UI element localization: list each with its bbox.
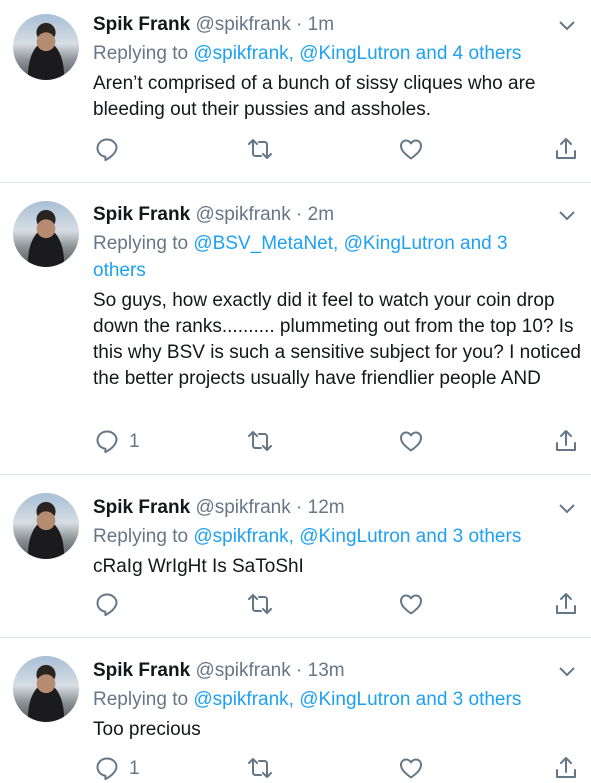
tweet[interactable]: Spik Frank @spikfrank · 13m Replying to … [0,638,591,783]
reply-icon[interactable] [94,136,120,162]
reply-icon[interactable] [94,591,120,617]
reply-icon[interactable] [94,755,120,781]
replying-to: Replying to @spikfrank, @KingLutron and … [93,40,573,67]
chevron-down-icon[interactable] [558,665,576,677]
replying-to: Replying to @spikfrank, @KingLutron and … [93,523,573,550]
replying-prefix: Replying to [93,233,189,254]
avatar[interactable] [13,14,79,80]
replying-prefix: Replying to [93,43,189,64]
tweet-header: Spik Frank @spikfrank · 2m [93,204,334,226]
author-handle[interactable]: @spikfrank [195,497,290,518]
tweet-text: Aren’t comprised of a bunch of sissy cli… [93,73,536,120]
share-icon[interactable] [553,428,579,454]
author-name[interactable]: Spik Frank [93,497,190,518]
author-handle[interactable]: @spikfrank [195,14,290,35]
tweet[interactable]: Spik Frank @spikfrank · 12m Replying to … [0,475,591,637]
chevron-down-icon[interactable] [558,19,576,31]
retweet-icon[interactable] [247,428,273,454]
timestamp[interactable]: 2m [308,204,334,225]
author-name[interactable]: Spik Frank [93,204,190,225]
timestamp[interactable]: 13m [308,660,345,681]
share-icon[interactable] [553,136,579,162]
share-icon[interactable] [553,591,579,617]
reply-count: 1 [129,758,140,779]
separator: · [296,14,303,35]
avatar[interactable] [13,493,79,559]
like-icon[interactable] [398,755,424,781]
reply-count: 1 [129,431,140,452]
share-icon[interactable] [553,755,579,781]
retweet-icon[interactable] [247,591,273,617]
author-name[interactable]: Spik Frank [93,660,190,681]
author-name[interactable]: Spik Frank [93,14,190,35]
replying-to: Replying to @BSV_MetaNet, @KingLutron an… [93,230,543,284]
tweet-text: cRaIg WrIgHt Is SaToShI [93,556,304,577]
replying-prefix: Replying to [93,689,189,710]
author-handle[interactable]: @spikfrank [195,660,290,681]
tweet-header: Spik Frank @spikfrank · 13m [93,660,345,682]
like-icon[interactable] [398,136,424,162]
replying-prefix: Replying to [93,526,189,547]
tweet-text: So guys, how exactly did it feel to watc… [93,290,581,389]
tweet[interactable]: Spik Frank @spikfrank · 1m Replying to @… [0,0,591,182]
like-icon[interactable] [398,428,424,454]
replying-to-link[interactable]: @spikfrank, @KingLutron and 4 others [193,43,521,64]
tweet-text: Too precious [93,719,201,740]
separator: · [296,660,303,681]
retweet-icon[interactable] [247,755,273,781]
tweet[interactable]: Spik Frank @spikfrank · 2m Replying to @… [0,183,591,474]
retweet-icon[interactable] [247,136,273,162]
timestamp[interactable]: 1m [308,14,334,35]
timestamp[interactable]: 12m [308,497,345,518]
replying-to-link[interactable]: @spikfrank, @KingLutron and 3 others [193,526,521,547]
avatar[interactable] [13,656,79,722]
avatar[interactable] [13,201,79,267]
like-icon[interactable] [398,591,424,617]
separator: · [296,497,303,518]
reply-icon[interactable] [94,428,120,454]
chevron-down-icon[interactable] [558,502,576,514]
replying-to-link[interactable]: @spikfrank, @KingLutron and 3 others [193,689,521,710]
separator: · [296,204,303,225]
tweet-header: Spik Frank @spikfrank · 1m [93,14,334,36]
chevron-down-icon[interactable] [558,209,576,221]
replying-to: Replying to @spikfrank, @KingLutron and … [93,686,573,713]
author-handle[interactable]: @spikfrank [195,204,290,225]
tweet-header: Spik Frank @spikfrank · 12m [93,497,345,519]
